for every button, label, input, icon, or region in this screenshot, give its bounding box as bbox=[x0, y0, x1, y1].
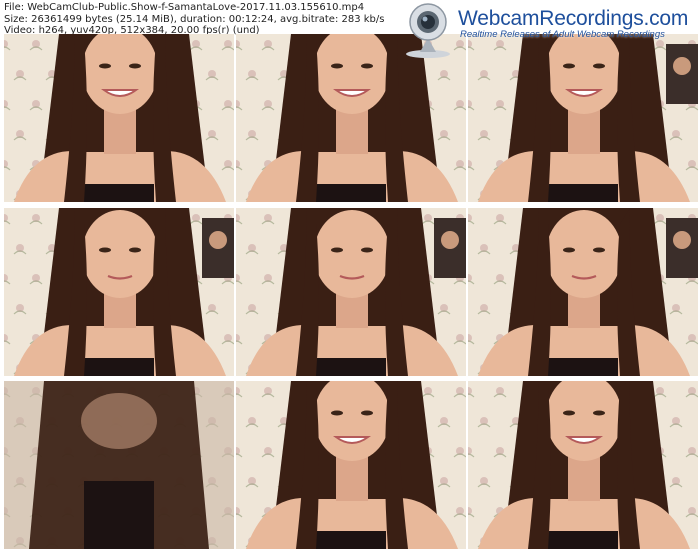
video-frame bbox=[468, 208, 698, 376]
tagline: Realtime Releases of Adult Webcam Record… bbox=[460, 29, 665, 40]
video-frame bbox=[4, 381, 234, 549]
site-watermark: WebcamRecordings.com Realtime Releases o… bbox=[396, 0, 700, 60]
thumbnail-9 bbox=[468, 381, 698, 549]
video-frame bbox=[4, 208, 234, 376]
thumbnail-7 bbox=[4, 381, 234, 549]
video-frame bbox=[236, 381, 466, 549]
video-frame bbox=[468, 381, 698, 549]
thumbnail-4 bbox=[4, 208, 234, 376]
video-frame bbox=[236, 208, 466, 376]
thumbnail-6 bbox=[468, 208, 698, 376]
thumbnail-5 bbox=[236, 208, 466, 376]
thumbnail-8 bbox=[236, 381, 466, 549]
webcam-icon bbox=[406, 3, 450, 58]
logo-text: WebcamRecordings.com bbox=[458, 7, 689, 30]
thumbnail-1 bbox=[4, 34, 234, 202]
video-frame bbox=[4, 34, 234, 202]
thumbnail-grid bbox=[0, 0, 700, 556]
